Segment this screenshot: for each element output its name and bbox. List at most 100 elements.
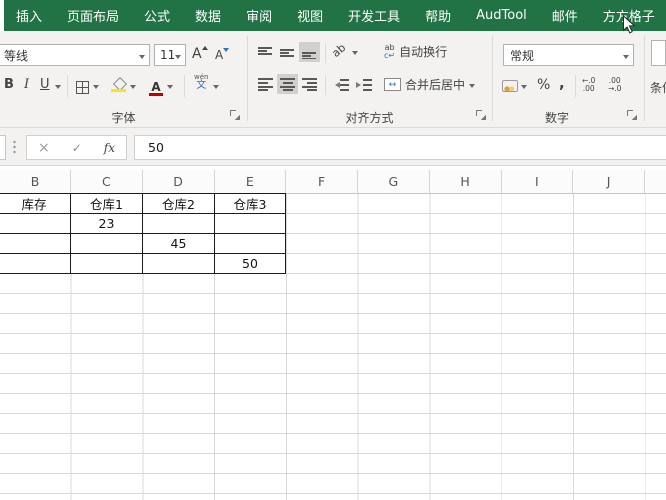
- underline-button[interactable]: U: [40, 77, 50, 92]
- table-cell[interactable]: 45: [143, 234, 215, 254]
- font-name-combobox[interactable]: 等线: [0, 44, 150, 66]
- increase-indent-button[interactable]: [355, 77, 372, 96]
- drag-handle-icon[interactable]: [13, 140, 16, 155]
- table-cell[interactable]: [0, 254, 71, 274]
- column-header-J[interactable]: J: [573, 170, 645, 193]
- font-size-combobox[interactable]: 11: [154, 44, 186, 66]
- name-box-partial[interactable]: [0, 135, 6, 160]
- align-left-button[interactable]: [255, 74, 276, 94]
- comma-style-button[interactable]: ,: [559, 74, 565, 92]
- decrease-decimal-icon2: →.0: [608, 84, 622, 93]
- align-center-button[interactable]: [277, 74, 298, 94]
- table-cell[interactable]: 仓库1: [71, 194, 143, 214]
- italic-button[interactable]: I: [24, 77, 29, 92]
- data-table: 库存 仓库1 仓库2 仓库3 23 45 50: [0, 193, 286, 274]
- phonetic-dropdown-icon[interactable]: [213, 85, 219, 92]
- tab-insert[interactable]: 插入: [16, 6, 42, 25]
- table-cell[interactable]: [215, 234, 286, 254]
- paint-bucket-icon: [111, 78, 127, 92]
- tab-view[interactable]: 视图: [297, 6, 323, 25]
- conditional-formatting-button-partial[interactable]: 条件格式: [650, 79, 666, 96]
- font-dialog-launcher[interactable]: [230, 110, 240, 120]
- increase-decimal-button[interactable]: ←.0 .00: [582, 77, 595, 93]
- table-cell[interactable]: [143, 254, 215, 274]
- shrink-font-icon: A: [215, 48, 224, 62]
- phonetic-guide-button[interactable]: wén 文: [194, 74, 208, 91]
- table-cell[interactable]: 23: [71, 214, 143, 234]
- number-dialog-launcher[interactable]: [627, 110, 637, 120]
- align-top-button[interactable]: [255, 42, 276, 62]
- increase-font-size-button[interactable]: A: [192, 46, 208, 62]
- align-right-icon: [302, 77, 317, 91]
- orientation-button[interactable]: ab: [329, 41, 348, 60]
- orientation-dropdown-icon[interactable]: [352, 51, 358, 58]
- decrease-indent-button[interactable]: [332, 77, 349, 96]
- table-cell[interactable]: [71, 234, 143, 254]
- borders-dropdown-icon[interactable]: [93, 85, 99, 92]
- number-format-value: 常规: [510, 48, 535, 63]
- merge-center-label: 合并后居中: [405, 78, 466, 92]
- tab-formulas[interactable]: 公式: [144, 6, 170, 25]
- column-header-H[interactable]: H: [430, 170, 502, 193]
- bold-button[interactable]: B: [4, 77, 14, 92]
- align-right-button[interactable]: [299, 74, 320, 94]
- underline-dropdown-icon[interactable]: [55, 85, 61, 92]
- separator: [325, 75, 326, 95]
- wrap-text-button[interactable]: ab c↵ 自动换行: [384, 43, 447, 60]
- increase-indent-icon: [355, 79, 372, 92]
- decrease-font-size-button[interactable]: A: [215, 48, 230, 62]
- table-cell[interactable]: 库存: [0, 194, 71, 214]
- column-header-G[interactable]: G: [358, 170, 430, 193]
- separator: [325, 43, 326, 63]
- font-color-dropdown-icon[interactable]: [167, 85, 173, 92]
- accounting-format-button[interactable]: [502, 77, 518, 96]
- table-cell[interactable]: [143, 214, 215, 234]
- tab-data[interactable]: 数据: [195, 6, 221, 25]
- tab-mail[interactable]: 邮件: [552, 6, 578, 25]
- separator: [575, 75, 576, 97]
- fill-color-dropdown-icon[interactable]: [130, 85, 136, 92]
- column-header-B[interactable]: B: [0, 170, 71, 193]
- formula-input[interactable]: 50: [134, 135, 666, 160]
- tab-review[interactable]: 审阅: [246, 6, 272, 25]
- sheet-grid[interactable]: 库存 仓库1 仓库2 仓库3 23 45 50 Baidu 经验: [0, 193, 666, 500]
- insert-function-button[interactable]: fx: [104, 141, 115, 155]
- table-cell[interactable]: 仓库2: [143, 194, 215, 214]
- table-cell[interactable]: [215, 214, 286, 234]
- merge-center-icon: ↔: [384, 78, 401, 91]
- align-bottom-button[interactable]: [299, 42, 320, 62]
- enter-button[interactable]: ✓: [72, 141, 82, 155]
- table-cell[interactable]: [71, 254, 143, 274]
- percent-style-button[interactable]: %: [537, 77, 550, 93]
- font-color-button[interactable]: A: [149, 76, 163, 96]
- cancel-button[interactable]: ×: [38, 140, 50, 156]
- table-cell[interactable]: [0, 214, 71, 234]
- column-header-E[interactable]: E: [215, 170, 287, 193]
- number-group-label: 数字: [544, 111, 569, 125]
- chevron-down-icon: [139, 55, 145, 62]
- column-header-I[interactable]: I: [502, 170, 574, 193]
- tab-help[interactable]: 帮助: [425, 6, 451, 25]
- tab-developer[interactable]: 开发工具: [348, 6, 400, 25]
- increase-decimal-icon2: .00: [582, 84, 595, 93]
- tab-page-layout[interactable]: 页面布局: [67, 6, 119, 25]
- borders-button[interactable]: [76, 79, 89, 98]
- decrease-decimal-button[interactable]: .00 →.0: [608, 77, 621, 93]
- column-header-partial[interactable]: [645, 170, 666, 193]
- align-middle-button[interactable]: [277, 42, 298, 62]
- column-header-D[interactable]: D: [143, 170, 215, 193]
- tab-audtool[interactable]: AudTool: [476, 8, 527, 23]
- borders-icon: [76, 81, 89, 94]
- table-cell[interactable]: 仓库3: [215, 194, 286, 214]
- wrap-text-icon: ab c↵: [384, 42, 396, 60]
- number-format-combobox[interactable]: 常规: [503, 44, 634, 66]
- column-header-C[interactable]: C: [71, 170, 143, 193]
- fill-color-button[interactable]: [111, 77, 127, 96]
- accounting-dropdown-icon[interactable]: [521, 85, 527, 92]
- table-cell[interactable]: 50: [215, 254, 286, 274]
- alignment-dialog-launcher[interactable]: [476, 110, 486, 120]
- table-cell[interactable]: [0, 234, 71, 254]
- mouse-cursor-icon: [623, 15, 636, 34]
- merge-center-button[interactable]: ↔ 合并后居中: [384, 76, 476, 93]
- column-header-F[interactable]: F: [286, 170, 358, 193]
